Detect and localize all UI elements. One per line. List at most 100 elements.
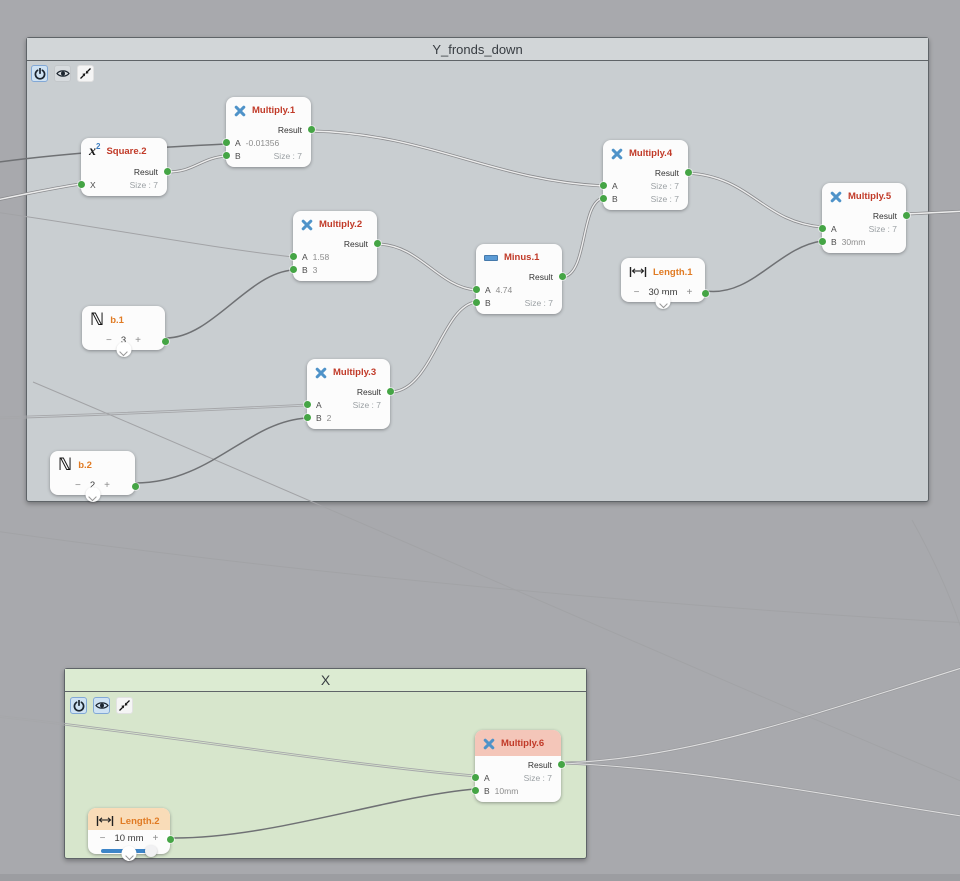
power-icon[interactable]	[70, 697, 87, 714]
node-b1[interactable]: ℕ b.1 − 3 +	[82, 306, 169, 357]
output-port-result[interactable]	[386, 388, 394, 395]
input-port-b[interactable]	[471, 787, 479, 794]
group-header[interactable]: X	[65, 669, 586, 692]
output-port-result[interactable]	[902, 212, 910, 219]
node-multiply5[interactable]: Multiply.5 Result A Size : 7 B 30mm	[818, 183, 910, 253]
wire-faint-diagonal	[911, 519, 960, 627]
input-port-a[interactable]	[472, 286, 480, 293]
output-port-result[interactable]	[373, 240, 381, 247]
input-label: B	[485, 297, 491, 308]
input-label: B	[302, 264, 308, 275]
input-port-b[interactable]	[289, 266, 297, 273]
input-value: 30mm	[841, 236, 866, 247]
input-label: B	[316, 412, 322, 423]
output-port-result[interactable]	[558, 273, 566, 280]
input-port-b[interactable]	[818, 238, 826, 245]
node-multiply4[interactable]: Multiply.4 Result A Size : 7 B Size : 7	[599, 140, 692, 210]
decrement-button[interactable]: −	[100, 833, 106, 844]
node-multiply6[interactable]: Multiply.6 Result A Size : 7 B 10mm	[471, 730, 565, 802]
input-label: A	[484, 772, 490, 783]
multiply-x-icon	[830, 191, 842, 203]
input-label: A	[612, 180, 618, 191]
multiply-x-icon	[315, 367, 327, 379]
slider-handle[interactable]	[145, 845, 157, 857]
expand-chevron[interactable]	[121, 846, 137, 861]
node-title: Multiply.4	[629, 148, 673, 159]
expand-chevron[interactable]	[116, 342, 131, 357]
input-port-a[interactable]	[289, 253, 297, 260]
output-port[interactable]	[701, 290, 709, 297]
input-label: B	[235, 150, 241, 161]
input-label: A	[235, 137, 241, 148]
output-label: Result	[528, 271, 553, 282]
output-label: Result	[654, 167, 679, 178]
input-port-x[interactable]	[77, 181, 85, 188]
decrement-button[interactable]: −	[634, 287, 640, 298]
output-label: Result	[356, 386, 381, 397]
output-port[interactable]	[161, 338, 169, 345]
expand-chevron[interactable]	[655, 294, 671, 309]
output-port-result[interactable]	[684, 169, 692, 176]
node-multiply1[interactable]: Multiply.1 Result A -0.01356 B Size : 7	[222, 97, 315, 167]
power-icon[interactable]	[31, 65, 48, 82]
group-y-toolbar	[31, 65, 94, 82]
size-label: Size : 7	[650, 193, 679, 204]
input-value: 4.74	[495, 284, 513, 295]
collapse-icon[interactable]	[77, 65, 94, 82]
node-square2[interactable]: x2 Square.2 Result X Size : 7	[77, 138, 171, 196]
x-squared-icon: x2	[89, 142, 101, 159]
input-port-a[interactable]	[471, 774, 479, 781]
increment-button[interactable]: +	[135, 335, 141, 346]
input-port-b[interactable]	[222, 152, 230, 159]
expand-chevron[interactable]	[85, 487, 100, 502]
multiply-x-icon	[611, 148, 623, 160]
output-label: Result	[872, 210, 897, 221]
node-length2[interactable]: Length.2 − 10 mm +	[88, 808, 174, 861]
increment-button[interactable]: +	[687, 287, 693, 298]
input-label: B	[484, 785, 490, 796]
node-title: Length.1	[653, 266, 693, 278]
input-port-a[interactable]	[222, 139, 230, 146]
eye-icon[interactable]	[54, 65, 71, 82]
node-multiply3[interactable]: Multiply.3 Result A Size : 7 B2	[303, 359, 394, 429]
input-port-b[interactable]	[303, 414, 311, 421]
output-port-result[interactable]	[163, 168, 171, 175]
natural-number-icon: ℕ	[90, 309, 105, 330]
input-value: 2	[326, 412, 332, 423]
collapse-icon[interactable]	[116, 697, 133, 714]
node-title: Square.2	[106, 146, 147, 157]
length-value[interactable]: 10 mm	[114, 833, 143, 844]
multiply-x-icon	[234, 105, 246, 117]
input-label: A	[485, 284, 491, 295]
node-title: Length.2	[120, 815, 160, 827]
eye-icon[interactable]	[93, 697, 110, 714]
node-editor-canvas[interactable]: Y_fronds_down X x 2 Square.2 Result X Si…	[0, 0, 960, 881]
increment-button[interactable]: +	[104, 480, 110, 491]
node-title: Multiply.5	[848, 191, 892, 202]
output-port-result[interactable]	[307, 126, 315, 133]
increment-button[interactable]: +	[153, 833, 159, 844]
output-label: Result	[343, 238, 368, 249]
input-port-a[interactable]	[303, 401, 311, 408]
output-label: Result	[133, 166, 158, 177]
group-title: Y_fronds_down	[432, 41, 523, 57]
output-port-result[interactable]	[557, 761, 565, 768]
node-length1[interactable]: Length.1 − 30 mm +	[621, 258, 709, 309]
group-header[interactable]: Y_fronds_down	[27, 38, 928, 61]
input-port-b[interactable]	[599, 195, 607, 202]
input-port-a[interactable]	[818, 225, 826, 232]
input-port-b[interactable]	[472, 299, 480, 306]
decrement-button[interactable]: −	[75, 480, 81, 491]
input-port-a[interactable]	[599, 182, 607, 189]
minus-bar-icon	[484, 254, 498, 261]
output-port[interactable]	[131, 483, 139, 490]
output-port[interactable]	[166, 836, 174, 843]
node-b2[interactable]: ℕ b.2 − 2 +	[50, 451, 139, 502]
input-value: 3	[312, 264, 318, 275]
node-minus1[interactable]: Minus.1 Result A 4.74 B Size : 7	[472, 244, 566, 314]
decrement-button[interactable]: −	[106, 335, 112, 346]
size-label: Size : 7	[273, 150, 302, 161]
length-measure-icon	[96, 815, 114, 827]
node-multiply2[interactable]: Multiply.2 Result A 1.58 B3	[289, 211, 381, 281]
node-title: b.2	[78, 459, 92, 471]
